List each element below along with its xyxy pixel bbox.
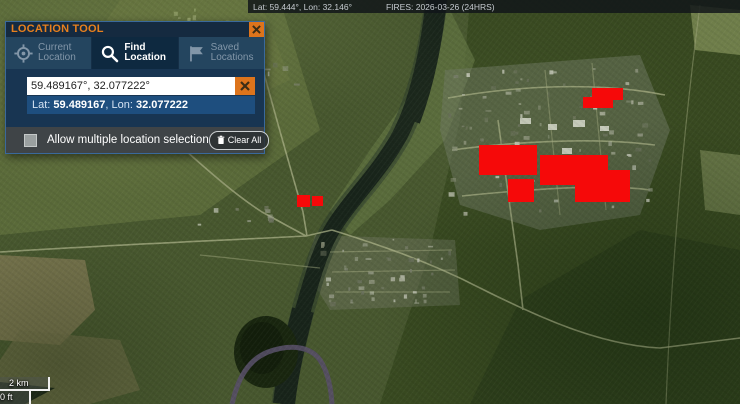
crosshair-icon <box>14 44 33 63</box>
tab-label: Find Location <box>124 43 166 64</box>
multi-location-checkbox[interactable] <box>24 134 37 147</box>
clear-all-button[interactable]: Clear All <box>209 131 270 150</box>
panel-close-button[interactable] <box>249 22 264 37</box>
location-tool-panel: LOCATION TOOL <box>5 21 265 154</box>
scale-km-segment: 2 km <box>0 377 50 391</box>
flag-icon <box>187 44 206 63</box>
panel-body: Lat: 59.489167, Lon: 32.077222 <box>6 69 264 127</box>
clear-all-label: Clear All <box>228 135 262 145</box>
scale-km-label: 2 km <box>0 377 48 389</box>
scale-ft-segment: 00 ft <box>0 391 31 404</box>
tab-label: Saved Locations <box>211 43 254 64</box>
panel-header: LOCATION TOOL <box>6 22 264 37</box>
panel-footer: Allow multiple location selection Clear … <box>6 127 264 153</box>
tab-current-location[interactable]: Current Location <box>6 37 92 69</box>
tab-find-location[interactable]: Find Location <box>92 37 178 69</box>
close-icon <box>240 81 250 91</box>
panel-title: LOCATION TOOL <box>6 22 264 37</box>
result-coordinates: Lat: 59.489167, Lon: 32.077222 <box>27 96 255 114</box>
coordinate-search-input[interactable] <box>27 77 235 95</box>
app-screen: Lat: 59.444°, Lon: 32.146° FIRES: 2026-0… <box>0 0 740 404</box>
scale-ft-label: 00 ft <box>0 391 29 403</box>
top-status-bar: Lat: 59.444°, Lon: 32.146° FIRES: 2026-0… <box>248 0 740 13</box>
search-row <box>27 77 255 95</box>
cursor-coordinates: Lat: 59.444°, Lon: 32.146° <box>253 2 352 12</box>
fires-date-label: FIRES: 2026-03-26 (24HRS) <box>386 2 495 12</box>
search-icon <box>100 44 119 63</box>
tab-label: Current Location <box>38 43 76 64</box>
trash-icon <box>217 135 225 145</box>
multi-location-label: Allow multiple location selection <box>47 134 209 146</box>
clear-search-button[interactable] <box>235 77 255 95</box>
tab-saved-locations[interactable]: Saved Locations <box>179 37 264 69</box>
tab-bar: Current Location Find Location <box>6 37 264 69</box>
close-icon <box>252 25 261 34</box>
